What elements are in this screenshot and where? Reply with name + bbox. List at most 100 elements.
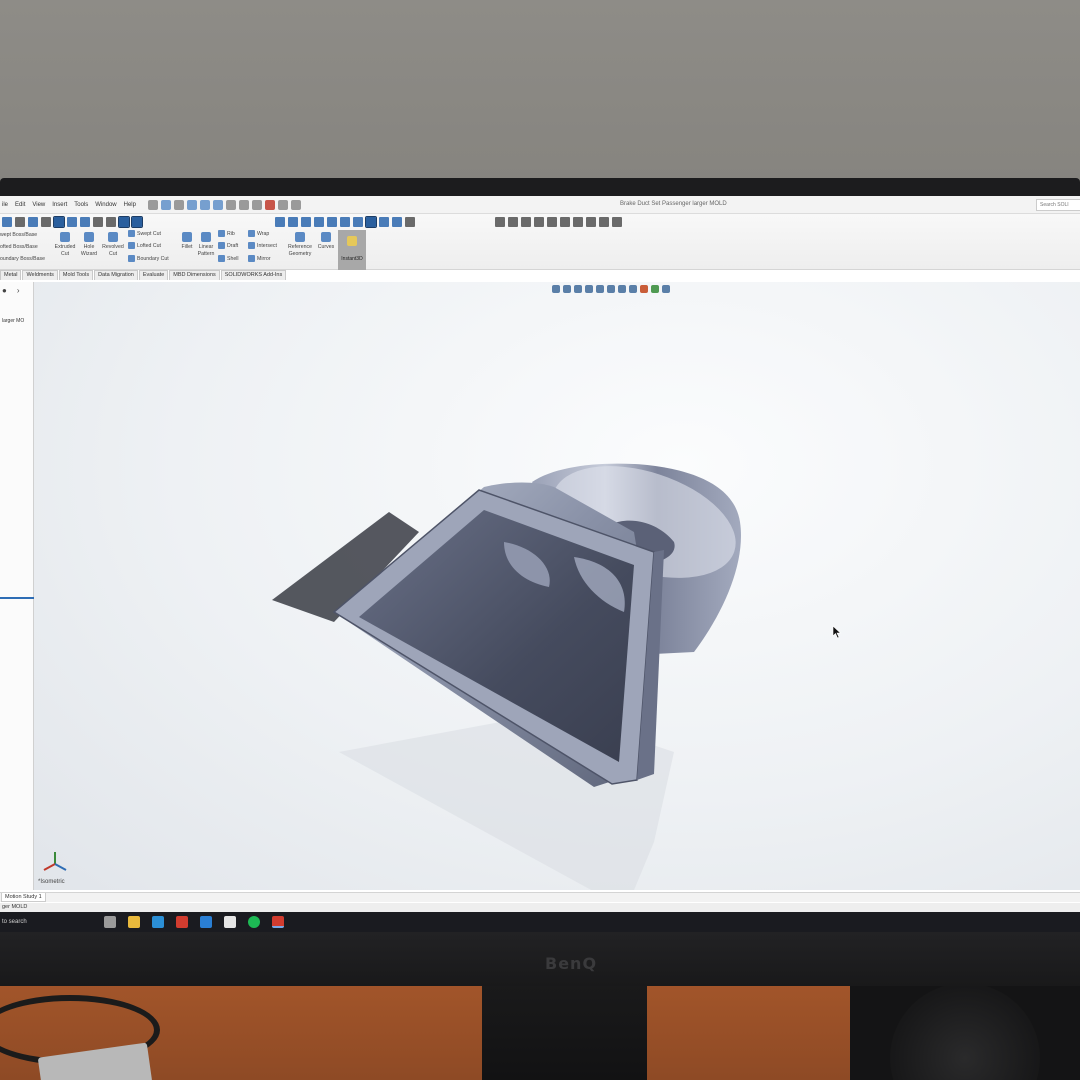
revolved-cut-button[interactable]: Revolved Cut [100, 232, 126, 257]
new-document-icon[interactable] [173, 199, 184, 210]
dropdown-icon[interactable] [15, 217, 25, 227]
scene-icon[interactable] [80, 217, 90, 227]
edge-browser-icon[interactable] [200, 916, 212, 928]
save-icon[interactable] [199, 199, 210, 210]
section-view-icon[interactable] [131, 216, 143, 228]
spotify-icon[interactable] [248, 916, 260, 928]
boundary-boss-button[interactable]: oundary Boss/Base [0, 256, 45, 262]
monitor-icon[interactable] [93, 217, 103, 227]
swept-cut-label: Swept Cut [137, 230, 161, 237]
instant3d-button[interactable]: Instant3D [338, 230, 366, 270]
fillet-button[interactable]: Fillet [178, 232, 196, 251]
image-icon[interactable] [521, 217, 531, 227]
boundary-cut-button[interactable]: Boundary Cut [128, 255, 169, 262]
cube-bottom-icon[interactable] [353, 217, 363, 227]
open-folder-icon[interactable] [186, 199, 197, 210]
extrude-icon[interactable] [28, 217, 38, 227]
window-icon[interactable] [586, 217, 596, 227]
home-icon[interactable] [160, 199, 171, 210]
rebuild-icon[interactable] [251, 199, 262, 210]
tab-solidworks-add-ins[interactable]: SOLIDWORKS Add-Ins [220, 270, 287, 280]
sketch-icon[interactable] [2, 217, 12, 227]
screen-icon[interactable] [599, 217, 609, 227]
list-icon[interactable] [573, 217, 583, 227]
tab-data-migration[interactable]: Data Migration [94, 270, 138, 280]
shell-icon [218, 255, 225, 262]
curves-button[interactable]: Curves [315, 232, 337, 251]
capture-icon[interactable] [534, 217, 544, 227]
tab-mbd-dimensions[interactable]: MBD Dimensions [169, 270, 220, 280]
solidworks-active-icon[interactable] [272, 916, 284, 928]
lofted-cut-button[interactable]: Lofted Cut [128, 242, 161, 249]
search-input[interactable]: Search SOLI [1036, 199, 1080, 211]
menu-file[interactable]: ile [2, 202, 8, 208]
layout-icon[interactable] [508, 217, 518, 227]
settings-icon[interactable] [106, 217, 116, 227]
select-icon[interactable] [238, 199, 249, 210]
options-gear-icon[interactable] [290, 199, 301, 210]
menu-window[interactable]: Window [95, 202, 116, 208]
reference-geometry-button[interactable]: Reference Geometry [286, 232, 314, 257]
file-properties-icon[interactable] [277, 199, 288, 210]
hole-wizard-button[interactable]: Hole Wizard [78, 232, 100, 257]
lofted-boss-button[interactable]: ofted Boss/Base [0, 244, 38, 250]
taskbar-search[interactable]: to search [0, 919, 104, 925]
grid-icon[interactable] [560, 217, 570, 227]
menu-help[interactable]: Help [124, 202, 136, 208]
menu-insert[interactable]: Insert [52, 202, 67, 208]
zoom-icon[interactable] [612, 217, 622, 227]
check-icon[interactable] [405, 217, 415, 227]
swept-cut-button[interactable]: Swept Cut [128, 230, 161, 237]
tab-weldments[interactable]: Weldments [22, 270, 58, 280]
lofted-cut-icon [128, 242, 135, 249]
intersect-button[interactable]: Intersect [248, 242, 277, 249]
wrap-button[interactable]: Wrap [248, 230, 269, 237]
cube-top-icon[interactable] [340, 217, 350, 227]
chart-icon[interactable] [547, 217, 557, 227]
cortana-app-icon[interactable] [152, 916, 164, 928]
display-style-icon[interactable] [53, 216, 65, 228]
tab-evaluate[interactable]: Evaluate [138, 270, 169, 280]
undo-icon[interactable] [225, 199, 236, 210]
file-explorer-icon[interactable] [128, 916, 140, 928]
cube-left-icon[interactable] [314, 217, 324, 227]
appearance-icon[interactable] [67, 217, 77, 227]
menu-edit[interactable]: Edit [15, 202, 25, 208]
microphone-icon[interactable] [104, 916, 116, 928]
tab-sheet-metal[interactable]: Metal [0, 270, 22, 280]
cube-back-icon[interactable] [301, 217, 311, 227]
cube-wire-icon[interactable] [392, 217, 402, 227]
cube-right-icon[interactable] [327, 217, 337, 227]
linear-pattern-button[interactable]: Linear Pattern [196, 232, 216, 257]
shell-button[interactable]: Shell [218, 255, 239, 262]
hole-wizard-label: Hole Wizard [80, 244, 98, 257]
rib-button[interactable]: Rib [218, 230, 235, 237]
tree-root-item[interactable]: larger MO [2, 318, 24, 324]
table-icon[interactable] [495, 217, 505, 227]
panel-splitter[interactable] [0, 597, 34, 599]
chevron-right-icon[interactable]: › [17, 286, 20, 295]
swept-boss-button[interactable]: wept Boss/Base [0, 232, 37, 238]
tab-motion-study-1[interactable]: Motion Study 1 [1, 893, 46, 902]
traffic-light-icon[interactable] [264, 199, 275, 210]
dropdown-icon[interactable] [41, 217, 51, 227]
print-icon[interactable] [212, 199, 223, 210]
extruded-cut-button[interactable]: Extruded Cut [52, 232, 78, 257]
mail-icon[interactable] [224, 916, 236, 928]
cube-front-icon[interactable] [288, 217, 298, 227]
view-orientation-icon[interactable] [118, 216, 130, 228]
cube-isometric-icon[interactable] [365, 216, 377, 228]
menu-tools[interactable]: Tools [74, 202, 88, 208]
graphics-viewport[interactable]: *Isometric [34, 282, 1080, 890]
appearance-ball-icon[interactable]: ● [2, 286, 7, 295]
pin-icon[interactable] [147, 199, 158, 210]
cube-shaded-icon[interactable] [379, 217, 389, 227]
arrow-down-icon[interactable] [275, 217, 285, 227]
solidworks-icon[interactable] [176, 916, 188, 928]
tab-mold-tools[interactable]: Mold Tools [58, 270, 94, 280]
menu-view[interactable]: View [32, 202, 45, 208]
mirror-button[interactable]: Mirror [248, 255, 271, 262]
status-bar: ger MOLD [0, 903, 1080, 912]
view-toolbar-right [495, 214, 622, 230]
draft-button[interactable]: Draft [218, 242, 238, 249]
